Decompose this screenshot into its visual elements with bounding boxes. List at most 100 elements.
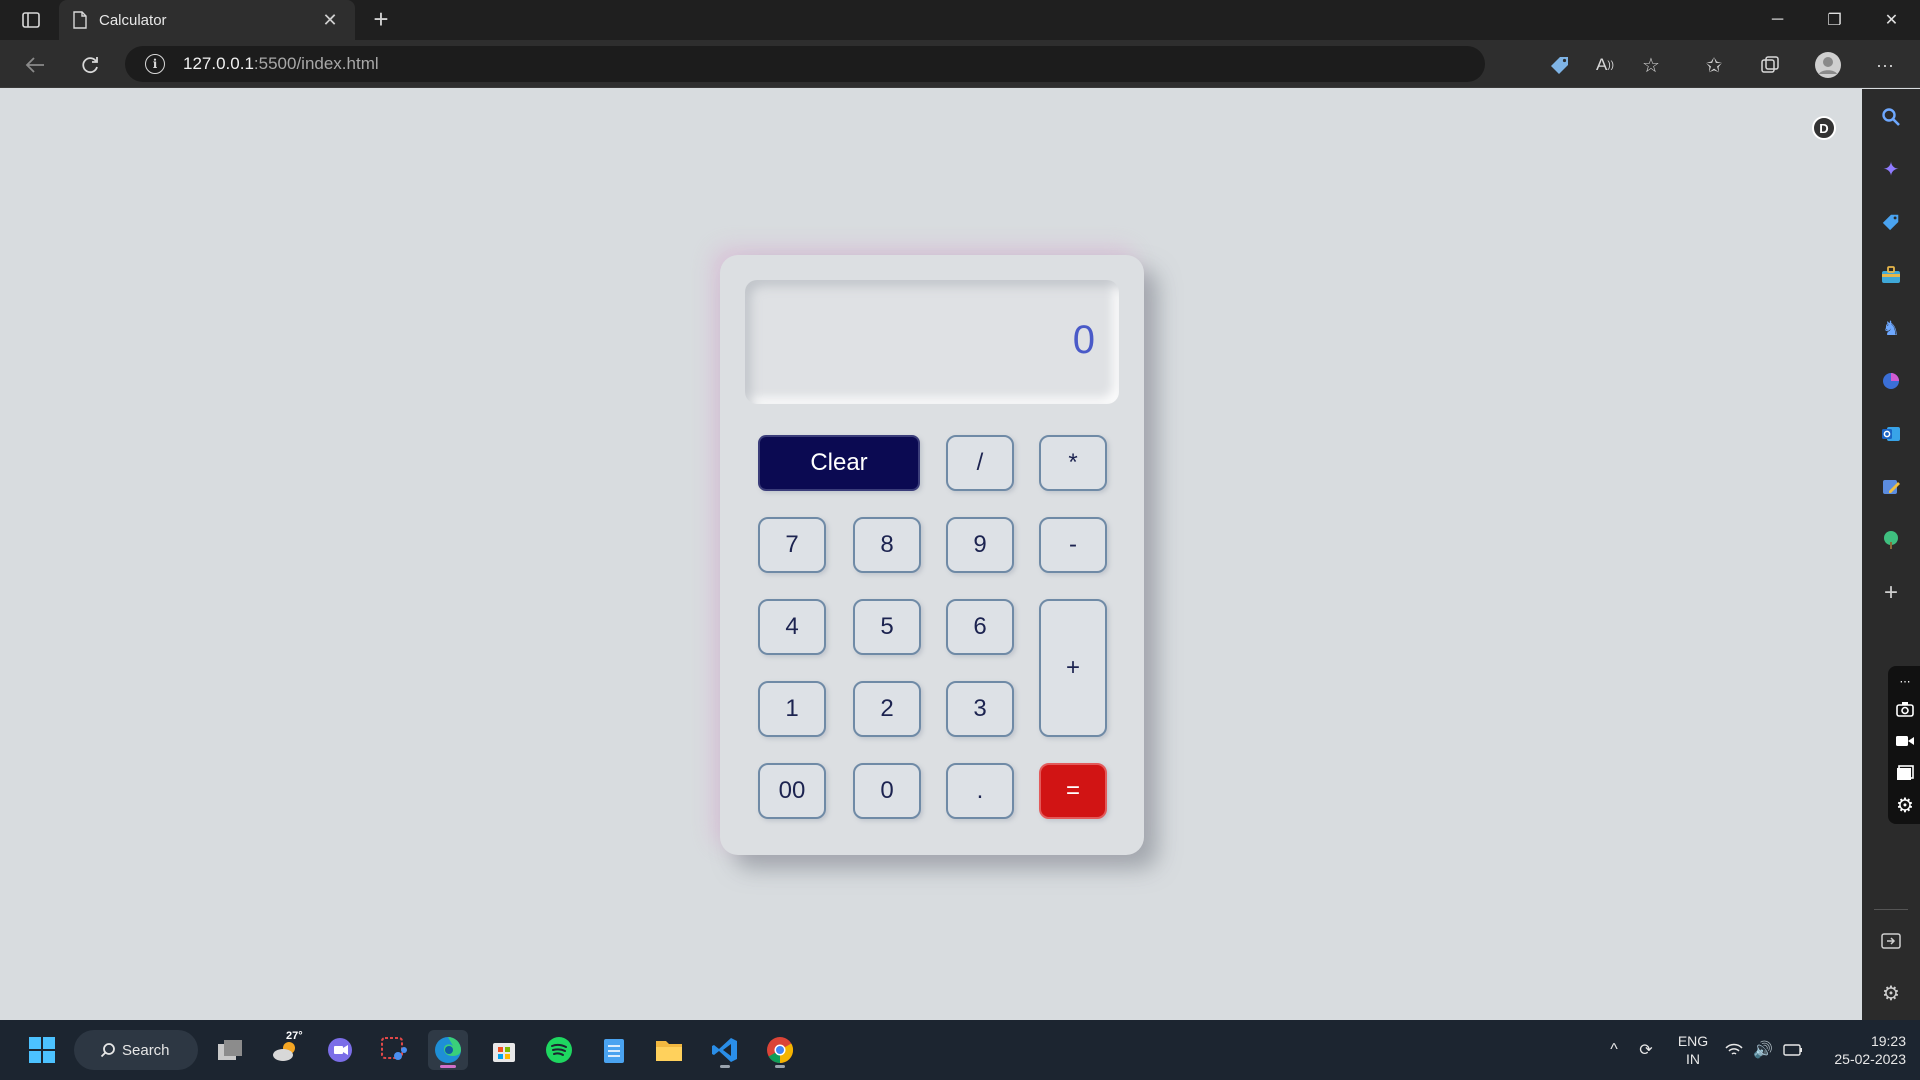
spotify-icon [546,1037,572,1063]
new-tab-button[interactable]: + [366,6,396,34]
language-region: IN [1686,1051,1700,1067]
chrome-app[interactable] [760,1030,800,1070]
show-hidden-icons-chevron-icon[interactable]: ^ [1602,1038,1626,1062]
start-button[interactable] [22,1030,62,1070]
seven-button[interactable]: 7 [758,517,826,573]
browser-toolbar: i 127.0.0.1 :5500/index.html A)) ☆ ✩ ··· [0,40,1920,88]
sync-icon[interactable]: ⟳ [1634,1038,1658,1062]
battery-icon[interactable] [1781,1038,1805,1062]
microsoft-store-app[interactable] [484,1030,524,1070]
record-video-icon[interactable] [1894,730,1916,752]
url-path: :5500/index.html [253,54,379,73]
six-button[interactable]: 6 [946,599,1014,655]
vscode-app[interactable] [705,1030,745,1070]
four-button[interactable]: 4 [758,599,826,655]
chrome-running-indicator [775,1065,785,1068]
window-capture-icon[interactable] [1894,762,1916,784]
equals-button[interactable]: = [1039,763,1107,819]
vscode-running-indicator [720,1065,730,1068]
wifi-icon[interactable] [1722,1038,1746,1062]
sidebar-collapse-icon[interactable] [1876,926,1906,956]
nine-button[interactable]: 9 [946,517,1014,573]
spotify-app[interactable] [539,1030,579,1070]
edge-sidebar: ✦ ♞ + ⚙ [1862,89,1920,1020]
capture-grip-icon[interactable]: ⋯ [1894,670,1916,692]
divide-button[interactable]: / [946,435,1014,491]
sidebar-outlook-icon[interactable] [1876,419,1906,449]
tab-actions-icon [22,12,40,28]
close-tab-icon[interactable]: ✕ [319,10,341,31]
sidebar-shopping-tag-icon[interactable] [1876,207,1906,237]
sidebar-settings-gear-icon[interactable]: ⚙ [1876,978,1906,1008]
search-label: Search [122,1041,170,1059]
windows-taskbar: Search 27° ^ ⟳ ENG IN 🔊 19:23 25-02-2023 [0,1020,1920,1080]
theme-toggle-button[interactable]: D [1812,116,1836,140]
screenshot-camera-icon[interactable] [1894,698,1916,720]
minimize-button[interactable]: ─ [1749,0,1806,40]
profile-avatar-icon[interactable] [1813,50,1843,80]
teams-chat-app[interactable] [320,1030,360,1070]
notepad-app[interactable] [594,1030,634,1070]
volume-icon[interactable]: 🔊 [1751,1038,1775,1062]
collections-icon[interactable] [1755,50,1785,80]
restore-button[interactable]: ❐ [1806,0,1863,40]
page-icon [73,11,87,29]
edge-browser-app[interactable] [428,1030,468,1070]
five-button[interactable]: 5 [853,599,921,655]
refresh-icon [82,57,98,74]
zero-button[interactable]: 0 [853,763,921,819]
weather-widget[interactable]: 27° [266,1030,306,1070]
minus-button[interactable]: - [1039,517,1107,573]
favorites-icon[interactable]: ✩ [1699,50,1729,80]
capture-settings-gear-icon[interactable]: ⚙ [1894,794,1916,817]
eight-button[interactable]: 8 [853,517,921,573]
display-value: 0 [1072,318,1095,362]
plus-button[interactable]: + [1039,599,1107,737]
tab-calculator[interactable]: Calculator ✕ [59,0,355,40]
decimal-button[interactable]: . [946,763,1014,819]
sidebar-add-icon[interactable]: + [1876,578,1906,608]
one-button[interactable]: 1 [758,681,826,737]
sidebar-divider [1874,909,1908,910]
address-bar[interactable]: i 127.0.0.1 :5500/index.html [125,46,1485,82]
back-arrow-icon [25,57,44,73]
refresh-button[interactable] [73,48,107,82]
sidebar-tree-icon[interactable] [1876,525,1906,555]
read-aloud-icon[interactable]: A)) [1590,50,1620,80]
sidebar-tools-briefcase-icon[interactable] [1876,260,1906,290]
sidebar-games-chess-icon[interactable]: ♞ [1876,313,1906,343]
two-button[interactable]: 2 [853,681,921,737]
three-button[interactable]: 3 [946,681,1014,737]
close-window-button[interactable]: ✕ [1863,0,1920,40]
language-code: ENG [1677,1033,1709,1049]
sidebar-sparkle-icon[interactable]: ✦ [1876,154,1906,184]
calculator-display: 0 [745,280,1119,404]
folder-icon [656,1041,682,1061]
snipping-tool-app[interactable] [374,1030,414,1070]
more-menu-icon[interactable]: ··· [1870,50,1900,80]
double-zero-button[interactable]: 00 [758,763,826,819]
notepad-icon [604,1039,624,1063]
microsoft-store-icon [493,1043,515,1062]
task-view-button[interactable] [210,1030,250,1070]
site-info-icon[interactable]: i [145,54,165,74]
multiply-button[interactable]: * [1039,435,1107,491]
tab-actions-button[interactable] [14,8,48,32]
taskbar-search[interactable]: Search [74,1030,198,1070]
clock[interactable]: 19:23 25-02-2023 [1820,1032,1906,1068]
clear-button[interactable]: Clear [758,435,920,491]
snipping-tool-icon [381,1037,407,1060]
add-favorite-icon[interactable]: ☆ [1636,50,1666,80]
sidebar-search-icon[interactable] [1876,102,1906,132]
coupon-tag-icon[interactable] [1545,50,1575,80]
edge-browser-icon [435,1037,461,1063]
file-explorer-app[interactable] [649,1030,689,1070]
sidebar-office-icon[interactable] [1876,366,1906,396]
back-button[interactable] [18,48,52,82]
vscode-icon [712,1038,737,1062]
sidebar-drop-notes-icon[interactable] [1876,472,1906,502]
clock-time: 19:23 [1870,1033,1906,1049]
chrome-icon [767,1037,794,1064]
language-indicator[interactable]: ENG IN [1672,1032,1714,1068]
url-host: 127.0.0.1 [183,54,254,73]
